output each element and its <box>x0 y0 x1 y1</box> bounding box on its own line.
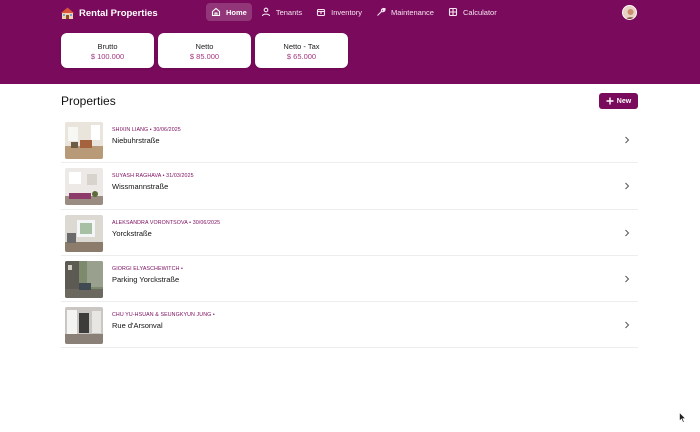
property-name: Parking Yorckstraße <box>112 274 180 284</box>
main-nav: Home Tenants Inventory Maintenance Calcu… <box>206 3 506 21</box>
property-name: Wissmannstraße <box>112 182 169 192</box>
nav-maintenance[interactable]: Maintenance <box>371 3 439 21</box>
properties-list: SHIXIN LIANG • 30/06/2025 Niebuhrstraße … <box>61 117 638 349</box>
property-meta: GIORGI ELYASCHEWITCH • <box>112 265 183 272</box>
property-photo <box>65 168 103 206</box>
app-title: Rental Properties <box>79 7 158 19</box>
stat-value: $ 65.000 <box>286 52 317 61</box>
new-button-label: New <box>616 97 632 105</box>
calculator-icon <box>448 7 458 17</box>
mouse-cursor-icon <box>679 410 687 423</box>
top-header: Rental Properties Home Tenants Inventory… <box>0 0 700 84</box>
property-meta: ALEKSANDRA VORONTSOVA • 30/06/2025 <box>112 219 221 226</box>
chevron-right-icon <box>624 275 630 283</box>
property-photo <box>65 122 103 159</box>
nav-maintenance-label: Maintenance <box>390 7 434 17</box>
list-item[interactable]: SUYASH RAGHAVA • 31/03/2025 Wissmannstra… <box>61 163 638 210</box>
property-meta: SUYASH RAGHAVA • 31/03/2025 <box>112 173 194 180</box>
stat-label: Netto - Tax <box>283 42 320 51</box>
property-name: Niebuhrstraße <box>112 136 160 145</box>
brand[interactable]: Rental Properties <box>61 6 158 20</box>
stat-card-netto: Netto $ 85.000 <box>158 33 251 68</box>
nav-tenants[interactable]: Tenants <box>256 3 307 21</box>
property-meta: SHIXIN LIANG • 30/06/2025 <box>112 127 181 133</box>
stat-value: $ 100.000 <box>90 52 125 61</box>
list-item[interactable]: ALEKSANDRA VORONTSOVA • 30/06/2025 Yorck… <box>61 210 638 256</box>
nav-home-label: Home <box>226 7 247 17</box>
nav-home[interactable]: Home <box>206 3 252 21</box>
wrench-icon <box>376 7 386 17</box>
property-photo <box>65 307 103 345</box>
nav-inventory[interactable]: Inventory <box>311 3 367 21</box>
property-name: Rue d'Arsonval <box>112 321 163 331</box>
chevron-right-icon <box>624 136 630 144</box>
stat-card-brutto: Brutto $ 100.000 <box>61 33 154 68</box>
nav-tenants-label: Tenants <box>275 7 303 17</box>
property-name: Yorckstraße <box>112 228 152 238</box>
property-meta: CHU YU-HSUAN & SEUNGKYUN JUNG • <box>112 312 215 319</box>
chevron-right-icon <box>624 321 630 329</box>
nav-inventory-label: Inventory <box>331 7 362 17</box>
list-item[interactable]: CHU YU-HSUAN & SEUNGKYUN JUNG • Rue d'Ar… <box>61 302 638 349</box>
package-icon <box>316 7 326 17</box>
stat-cards: Brutto $ 100.000 Netto $ 85.000 Netto - … <box>61 33 352 68</box>
person-icon <box>261 7 271 17</box>
stat-card-netto-tax: Netto - Tax $ 65.000 <box>255 33 348 68</box>
list-item[interactable]: SHIXIN LIANG • 30/06/2025 Niebuhrstraße <box>61 117 638 164</box>
stat-value: $ 85.000 <box>189 52 220 61</box>
house-logo-icon <box>61 7 74 20</box>
plus-icon <box>606 97 614 105</box>
nav-calculator-label: Calculator <box>462 7 497 17</box>
property-photo <box>65 214 103 252</box>
stat-label: Netto <box>195 42 214 51</box>
stat-label: Brutto <box>97 42 118 51</box>
chevron-right-icon <box>624 229 630 237</box>
page-title: Properties <box>61 94 116 108</box>
new-property-button[interactable]: New <box>599 93 638 109</box>
chevron-right-icon <box>624 182 630 190</box>
nav-calculator[interactable]: Calculator <box>443 3 502 21</box>
user-avatar[interactable] <box>622 5 637 20</box>
list-item[interactable]: GIORGI ELYASCHEWITCH • Parking Yorckstra… <box>61 256 638 303</box>
property-photo <box>65 260 103 298</box>
home-icon <box>211 7 221 17</box>
